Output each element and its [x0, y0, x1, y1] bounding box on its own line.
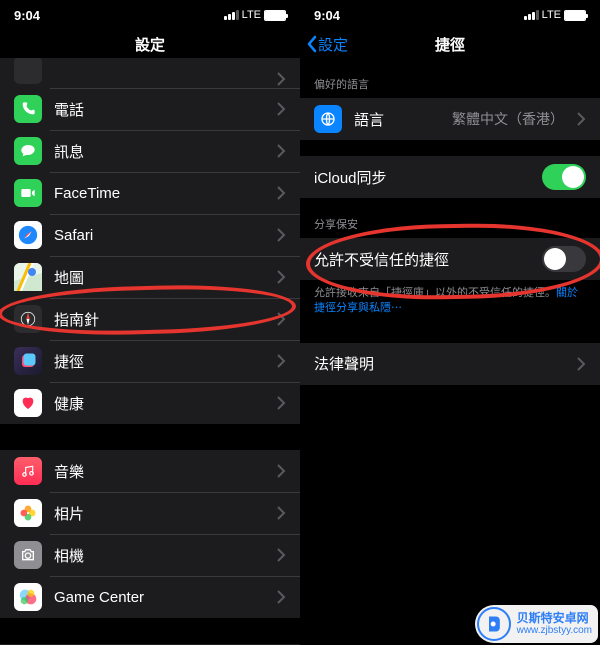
health-icon [14, 389, 42, 417]
watermark-url: www.zjbstyy.com [517, 625, 592, 636]
row-label: Safari [54, 227, 264, 244]
row-language[interactable]: 語言 繁體中文（香港） [300, 98, 600, 140]
app-icon [14, 58, 42, 84]
row-icloud-sync[interactable]: iCloud同步 [300, 156, 600, 198]
compass-icon [14, 305, 42, 333]
gamecenter-icon [14, 583, 42, 611]
nav-header: 設定 [0, 30, 300, 58]
row-allow-untrusted[interactable]: 允許不受信任的捷徑 [300, 238, 600, 280]
back-label: 設定 [318, 34, 348, 55]
chevron-right-icon [276, 464, 286, 478]
settings-row-shortcuts[interactable]: 捷徑 [0, 340, 300, 382]
settings-row-safari[interactable]: Safari [0, 214, 300, 256]
row-label: 語言 [354, 109, 440, 130]
watermark-title: 贝斯特安卓网 [517, 612, 592, 625]
chevron-right-icon [276, 354, 286, 368]
chevron-right-icon [276, 186, 286, 200]
row-label: 捷徑 [54, 351, 264, 372]
section-footer-untrusted: 允許接收來自「捷徑庫」以外的不受信任的捷徑。關於捷徑分享與私隱⋯ [300, 280, 600, 327]
section-header-language: 偏好的語言 [300, 58, 600, 98]
watermark: 贝斯特安卓网 www.zjbstyy.com [475, 605, 598, 643]
page-title: 設定 [135, 34, 165, 55]
status-bar: 9:04 LTE [300, 0, 600, 30]
chevron-right-icon [576, 112, 586, 126]
settings-row-camera[interactable]: 相機 [0, 534, 300, 576]
chevron-right-icon [276, 72, 286, 86]
chevron-right-icon [276, 396, 286, 410]
globe-icon [314, 105, 342, 133]
carrier-label: LTE [542, 9, 561, 21]
facetime-icon [14, 179, 42, 207]
row-legal[interactable]: 法律聲明 [300, 343, 600, 385]
chevron-right-icon [276, 270, 286, 284]
shortcuts-icon [14, 347, 42, 375]
chevron-right-icon [276, 228, 286, 242]
chevron-right-icon [576, 357, 586, 371]
camera-icon [14, 541, 42, 569]
maps-icon [14, 263, 42, 291]
settings-main-screen: 9:04 LTE 設定 電話 [0, 0, 300, 645]
settings-row-photos[interactable]: 相片 [0, 492, 300, 534]
settings-row-messages[interactable]: 訊息 [0, 130, 300, 172]
row-label: 健康 [54, 393, 264, 414]
signal-icon [224, 10, 239, 20]
nav-header: 設定 捷徑 [300, 30, 600, 58]
watermark-logo-icon [477, 607, 511, 641]
row-label: 訊息 [54, 141, 264, 162]
shortcuts-settings-screen: 9:04 LTE 設定 捷徑 偏好的語言 語言 繁體中文（香港） [300, 0, 600, 645]
chevron-right-icon [276, 590, 286, 604]
row-label: 地圖 [54, 267, 264, 288]
row-label: 音樂 [54, 461, 264, 482]
row-label: 指南針 [54, 309, 264, 330]
settings-row-facetime[interactable]: FaceTime [0, 172, 300, 214]
row-label: 電話 [54, 99, 264, 120]
safari-icon [14, 221, 42, 249]
settings-row-compass[interactable]: 指南針 [0, 298, 300, 340]
row-label: 相片 [54, 503, 264, 524]
battery-icon [564, 10, 586, 21]
section-header-sharing: 分享保安 [300, 198, 600, 238]
chevron-right-icon [276, 144, 286, 158]
messages-icon [14, 137, 42, 165]
settings-row-truncated[interactable] [0, 58, 300, 88]
chevron-right-icon [276, 506, 286, 520]
chevron-left-icon [306, 35, 318, 53]
row-value: 繁體中文（香港） [452, 109, 564, 129]
settings-row-music[interactable]: 音樂 [0, 450, 300, 492]
row-label: 法律聲明 [314, 353, 564, 374]
settings-row-maps[interactable]: 地圖 [0, 256, 300, 298]
carrier-label: LTE [242, 9, 261, 21]
page-title: 捷徑 [435, 34, 465, 55]
settings-row-phone[interactable]: 電話 [0, 88, 300, 130]
status-time: 9:04 [314, 8, 340, 23]
phone-icon [14, 95, 42, 123]
signal-icon [524, 10, 539, 20]
row-label: Game Center [54, 589, 264, 606]
music-icon [14, 457, 42, 485]
chevron-right-icon [276, 312, 286, 326]
chevron-right-icon [276, 548, 286, 562]
row-label: 相機 [54, 545, 264, 566]
status-bar: 9:04 LTE [0, 0, 300, 30]
toggle-icloud-sync[interactable] [542, 164, 586, 190]
row-label: 允許不受信任的捷徑 [314, 249, 530, 270]
photos-icon [14, 499, 42, 527]
settings-row-gamecenter[interactable]: Game Center [0, 576, 300, 618]
row-label: FaceTime [54, 185, 264, 202]
row-label: iCloud同步 [314, 167, 530, 188]
back-button[interactable]: 設定 [306, 34, 348, 55]
settings-row-health[interactable]: 健康 [0, 382, 300, 424]
chevron-right-icon [276, 102, 286, 116]
battery-icon [264, 10, 286, 21]
status-time: 9:04 [14, 8, 40, 23]
toggle-allow-untrusted[interactable] [542, 246, 586, 272]
